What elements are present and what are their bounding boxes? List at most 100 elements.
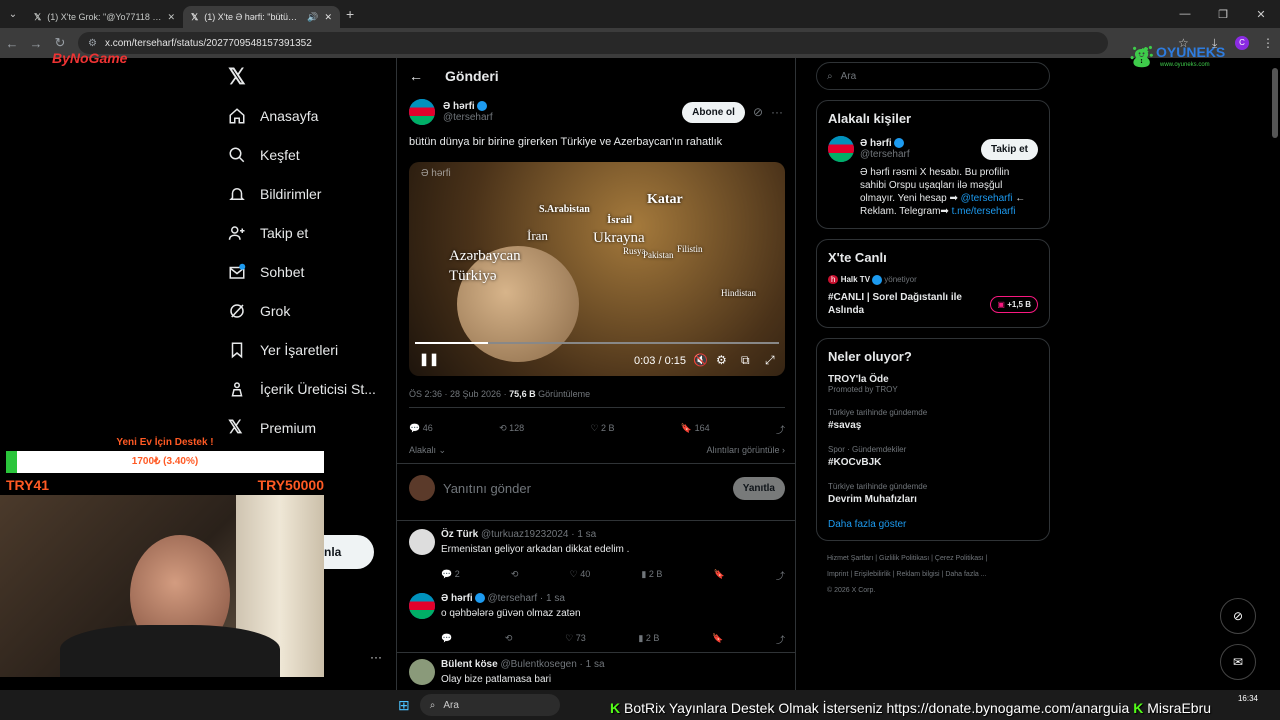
view-quotes-link[interactable]: Alıntıları görüntüle › [706,445,785,456]
views-action[interactable]: ▮ 2 B [641,569,662,582]
trend-item[interactable]: TROY'la Öde Promoted by TROY [828,374,1038,394]
sort-relevant-dropdown[interactable]: Alakalı ⌄ [409,445,446,456]
bookmark-icon[interactable]: 🔖 [712,633,723,646]
footer-link[interactable]: Reklam bilgisi [896,571,939,578]
messages-fab[interactable]: ✉ [1220,644,1256,680]
fullscreen-icon[interactable]: ⤢ [765,353,775,368]
video-player[interactable]: Ə hərfi Katar S.Arabistan İsrail İran Uk… [409,162,785,376]
more-icon[interactable]: ··· [771,105,783,119]
close-tab-icon[interactable]: ✕ [167,12,175,23]
reply-tweet[interactable]: Bülent köse @Bulentkosegen · 1 sa Olay bi… [397,659,795,685]
footer-link[interactable]: Erişilebilirlik [854,571,891,578]
reload-icon[interactable]: ↻ [48,35,72,51]
nav-creator-studio[interactable]: İçerik Üreticisi St... [220,369,396,408]
repost-action[interactable]: ⟲ 128 [499,423,524,436]
mute-icon[interactable]: 🔇 [693,353,708,367]
pause-icon[interactable]: ❚❚ [419,352,439,366]
post-time[interactable]: ÖS 2:36 · 28 Şub 2026 · [409,389,509,399]
audio-icon[interactable]: 🔊 [307,12,318,23]
maximize-button[interactable]: ❐ [1204,0,1242,28]
repost-action[interactable]: ⟲ [511,569,519,582]
url-field[interactable]: ⚙ x.com/terseharf/status/202770954815739… [78,32,1108,54]
live-viewers-badge[interactable]: ▣ +1,5 B [990,295,1038,313]
taskbar-search[interactable]: ⌕ Ara [419,694,560,716]
more-options-icon[interactable]: ··· [370,650,382,664]
nav-follow[interactable]: Takip et [220,213,396,252]
video-progress-track[interactable] [415,342,779,344]
forward-icon[interactable]: → [24,36,48,51]
profile-avatar[interactable]: C [1235,36,1249,50]
nav-home[interactable]: Anasayfa [220,96,396,135]
browser-tab[interactable]: 𝕏 (1) X'te Grok: "@Yo77118 @ira... ✕ [26,6,183,28]
trend-item[interactable]: Spor · Gündemdekiler #KOCvBJK [828,445,1038,468]
avatar[interactable] [409,593,435,619]
pip-icon[interactable]: ⧉ [741,353,750,368]
related-name[interactable]: Ə hərfi [860,138,892,149]
live-channel[interactable]: Halk TV [841,275,870,284]
current-user-avatar[interactable] [409,475,435,501]
site-info-icon[interactable]: ⚙ [88,38,97,49]
scrollbar[interactable] [1272,68,1278,138]
nav-grok[interactable]: Grok [220,291,396,330]
search-input[interactable]: ⌕ Ara [816,62,1050,90]
bookmark-icon[interactable]: 🔖 [714,569,725,582]
bio-link[interactable]: t.me/terseharfi [952,206,1016,217]
nav-explore[interactable]: Keşfet [220,135,396,174]
back-icon[interactable]: ← [0,36,24,51]
footer-link[interactable]: Imprint [827,571,848,578]
views-action[interactable]: ▮ 2 B [638,633,659,646]
bookmark-action[interactable]: 🔖 164 [681,423,710,436]
show-more-link[interactable]: Daha fazla göster [828,519,1038,530]
like-action[interactable]: ♡ 2 B [590,423,614,436]
tab-list-icon[interactable]: ⌄ [0,9,26,20]
nav-notifications[interactable]: Bildirimler [220,174,396,213]
new-tab-button[interactable]: + [346,6,354,22]
share-icon[interactable]: ⤴ [776,633,785,646]
reply-button[interactable]: Yanıtla [732,476,785,500]
repost-action[interactable]: ⟲ [505,633,513,646]
x-logo-icon[interactable]: 𝕏 [220,58,396,96]
avatar[interactable] [409,99,435,125]
nav-chat[interactable]: Sohbet [220,252,396,291]
reply-author[interactable]: Ə hərfi [441,593,473,604]
reply-tweet[interactable]: Öz Türk @turkuaz19232024 · 1 sa Ermenista… [397,529,795,582]
reply-action[interactable]: 💬 46 [409,423,433,436]
close-window-button[interactable]: ✕ [1242,0,1280,28]
reply-action[interactable]: 💬 2 [441,569,460,582]
reply-handle[interactable]: @terseharf · 1 sa [488,593,565,604]
share-icon[interactable]: ⤴ [776,569,785,582]
avatar[interactable] [828,136,854,162]
footer-link[interactable]: Hizmet Şartları [827,555,873,562]
subscribe-button[interactable]: Abone ol [682,101,745,123]
like-action[interactable]: ♡ 40 [570,569,591,582]
bio-link[interactable]: @terseharfi [961,193,1013,204]
reply-input[interactable]: Yanıtını gönder [443,481,725,496]
grok-icon[interactable]: ⊘ [753,105,763,119]
settings-icon[interactable]: ⚙ [716,353,727,367]
browser-tab-active[interactable]: 𝕏 (1) X'te Ə hərfi: "bütün dün... 🔊 ✕ [183,6,340,28]
reply-handle[interactable]: @turkuaz19232024 · 1 sa [481,529,596,540]
reply-author[interactable]: Öz Türk [441,529,478,540]
nav-bookmarks[interactable]: Yer İşaretleri [220,330,396,369]
reply-action[interactable]: 💬 [441,633,452,646]
start-icon[interactable]: ⊞ [398,697,410,714]
follow-button[interactable]: Takip et [980,138,1038,160]
author-name[interactable]: Ə hərfi [443,101,475,112]
avatar[interactable] [409,529,435,555]
clock[interactable]: 16:34 [1238,694,1258,703]
reply-tweet[interactable]: Ə hərfi @terseharf · 1 sa o qəhbələrə güv… [397,593,795,646]
grok-fab[interactable]: ⊘ [1220,598,1256,634]
close-tab-icon[interactable]: ✕ [324,12,332,23]
reply-author[interactable]: Bülent köse [441,659,498,670]
trend-item[interactable]: Türkiye tarihinde gündemde Devrim Muhafız… [828,482,1038,505]
footer-link[interactable]: Gizlilik Politikası [879,555,929,562]
related-handle[interactable]: @terseharf [860,149,975,160]
avatar[interactable] [409,659,435,685]
footer-link[interactable]: Daha fazla ... [945,571,986,578]
menu-icon[interactable]: ⋮ [1262,36,1274,50]
live-show-title[interactable]: #CANLI | Sorel Dağıstanlı ile Aslında [828,291,990,317]
trend-item[interactable]: Türkiye tarihinde gündemde #savaş [828,408,1038,431]
share-icon[interactable]: ⤴ [776,423,785,436]
minimize-button[interactable]: — [1166,0,1204,28]
author-handle[interactable]: @terseharf [443,112,674,123]
